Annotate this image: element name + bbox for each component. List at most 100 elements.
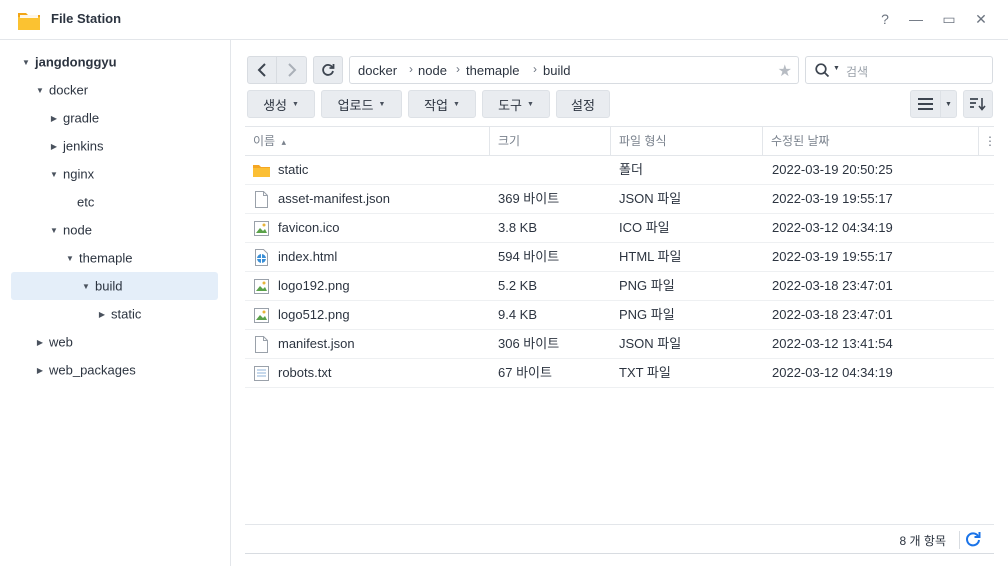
minimize-icon[interactable]: — — [906, 9, 926, 29]
column-header-name[interactable]: 이름 ▴ — [245, 127, 489, 155]
file-size: 306 바이트 — [498, 336, 560, 351]
breadcrumb-build[interactable]: build — [543, 63, 570, 78]
table-row[interactable]: logo512.png 9.4 KB PNG 파일 2022-03-18 23:… — [245, 301, 994, 330]
tree-item-static[interactable]: ▶ static — [95, 300, 141, 328]
file-modified: 2022-03-12 13:41:54 — [772, 336, 893, 351]
caret-down-icon: ▼ — [82, 281, 90, 291]
help-icon[interactable]: ? — [875, 9, 895, 29]
title-bar: File Station ? — ▭ ✕ — [0, 0, 1008, 40]
file-modified: 2022-03-12 04:34:19 — [772, 220, 893, 235]
caret-down-icon: ▼ — [50, 225, 58, 235]
caret-down-icon: ▼ — [36, 85, 44, 95]
table-row[interactable]: favicon.ico 3.8 KB ICO 파일 2022-03-12 04:… — [245, 214, 994, 243]
view-dropdown-button[interactable]: ▼ — [940, 90, 957, 118]
file-name: favicon.ico — [278, 220, 340, 235]
path-bar[interactable]: docker › node › themaple › build ★ — [349, 56, 799, 84]
tree-item-jenkins[interactable]: ▶ jenkins — [47, 132, 104, 160]
create-button[interactable]: 생성 ▼ — [247, 90, 315, 118]
file-name: manifest.json — [278, 336, 355, 351]
tools-label: 도구 — [498, 97, 522, 113]
image-icon — [254, 279, 269, 294]
search-icon — [815, 63, 830, 78]
table-row[interactable]: asset-manifest.json 369 바이트 JSON 파일 2022… — [245, 185, 994, 214]
file-name: index.html — [278, 249, 338, 264]
search-dropdown-icon[interactable]: ▼ — [833, 65, 840, 72]
text-icon — [254, 366, 269, 381]
file-type: PNG 파일 — [619, 278, 675, 293]
breadcrumb-themaple[interactable]: themaple — [466, 63, 519, 78]
tools-button[interactable]: 도구 ▼ — [482, 90, 550, 118]
sort-ascending-icon: ▴ — [281, 137, 286, 147]
table-row[interactable]: index.html 594 바이트 HTML 파일 2022-03-19 19… — [245, 243, 994, 272]
window-title: File Station — [51, 11, 122, 26]
file-size: 369 바이트 — [498, 191, 560, 206]
table-row[interactable]: logo192.png 5.2 KB PNG 파일 2022-03-18 23:… — [245, 272, 994, 301]
file-size: 9.4 KB — [498, 307, 538, 322]
dropdown-arrow-icon: ▼ — [378, 100, 386, 108]
dropdown-arrow-icon: ▼ — [945, 100, 952, 108]
back-button[interactable] — [247, 56, 277, 84]
search-input[interactable]: ▼ 검색 — [805, 56, 993, 84]
breadcrumb-node[interactable]: node — [418, 63, 447, 78]
forward-button[interactable] — [277, 56, 307, 84]
upload-button[interactable]: 업로드 ▼ — [321, 90, 402, 118]
tree-item-node[interactable]: ▼ node — [47, 216, 92, 244]
tree-item-root[interactable]: ▼ jangdonggyu — [19, 48, 117, 76]
breadcrumb-docker[interactable]: docker — [358, 63, 397, 78]
table-row[interactable]: robots.txt 67 바이트 TXT 파일 2022-03-12 04:3… — [245, 359, 994, 388]
footer-divider — [959, 531, 960, 549]
caret-right-icon: ▶ — [36, 337, 44, 347]
tree-item-web[interactable]: ▶ web — [33, 328, 73, 356]
caret-right-icon: ▶ — [36, 365, 44, 375]
file-size: 594 바이트 — [498, 249, 560, 264]
tree-item-web-packages[interactable]: ▶ web_packages — [33, 356, 136, 384]
tree-item-build[interactable]: ▼ build — [79, 272, 122, 300]
image-icon — [254, 221, 269, 236]
sort-icon — [970, 98, 986, 111]
caret-right-icon: ▶ — [50, 113, 58, 123]
file-size: 67 바이트 — [498, 365, 552, 380]
file-type: JSON 파일 — [619, 336, 682, 351]
chevron-right-icon — [287, 63, 296, 77]
tree-item-themaple[interactable]: ▼ themaple — [63, 244, 132, 272]
settings-button[interactable]: 설정 — [556, 90, 610, 118]
sort-button[interactable] — [963, 90, 993, 118]
file-modified: 2022-03-19 20:50:25 — [772, 162, 893, 177]
close-icon[interactable]: ✕ — [971, 9, 991, 29]
folder-tree: ▼ jangdonggyu ▼ docker ▶ gradle ▶ jenkins ▼ n… — [0, 40, 231, 566]
maximize-icon[interactable]: ▭ — [939, 9, 959, 29]
file-station-icon — [18, 13, 40, 30]
caret-down-icon: ▼ — [50, 169, 58, 179]
table-row[interactable]: static 폴더 2022-03-19 20:50:25 — [245, 156, 994, 185]
list-view-button[interactable] — [910, 90, 941, 118]
file-modified: 2022-03-19 19:55:17 — [772, 249, 893, 264]
file-type: TXT 파일 — [619, 365, 671, 380]
column-header-type[interactable]: 파일 형식 — [610, 127, 762, 155]
table-row[interactable]: manifest.json 306 바이트 JSON 파일 2022-03-12… — [245, 330, 994, 359]
file-name: robots.txt — [278, 365, 332, 380]
refresh-icon[interactable] — [964, 530, 982, 548]
dropdown-arrow-icon: ▼ — [291, 100, 299, 108]
tree-item-gradle[interactable]: ▶ gradle — [47, 104, 99, 132]
file-size: 5.2 KB — [498, 278, 538, 293]
file-type: 폴더 — [619, 162, 643, 177]
file-type: HTML 파일 — [619, 249, 682, 264]
caret-right-icon: ▶ — [98, 309, 106, 319]
tree-item-docker[interactable]: ▼ docker — [33, 76, 88, 104]
tree-item-etc[interactable]: etc — [77, 188, 94, 216]
chevron-left-icon — [257, 63, 266, 77]
column-options-icon[interactable]: ⋮ — [978, 127, 996, 155]
file-name: logo512.png — [278, 307, 350, 322]
breadcrumb-separator: › — [456, 62, 460, 76]
refresh-button[interactable] — [313, 56, 343, 84]
column-header-modified[interactable]: 수정된 날짜 — [762, 127, 978, 155]
create-label: 생성 — [263, 97, 287, 113]
favorite-star-icon[interactable]: ★ — [778, 61, 792, 81]
tree-item-nginx[interactable]: ▼ nginx — [47, 160, 94, 188]
file-size: 3.8 KB — [498, 220, 538, 235]
action-button[interactable]: 작업 ▼ — [408, 90, 476, 118]
refresh-icon — [322, 64, 335, 76]
file-modified: 2022-03-19 19:55:17 — [772, 191, 893, 206]
dropdown-arrow-icon: ▼ — [452, 100, 460, 108]
column-header-size[interactable]: 크기 — [489, 127, 610, 155]
